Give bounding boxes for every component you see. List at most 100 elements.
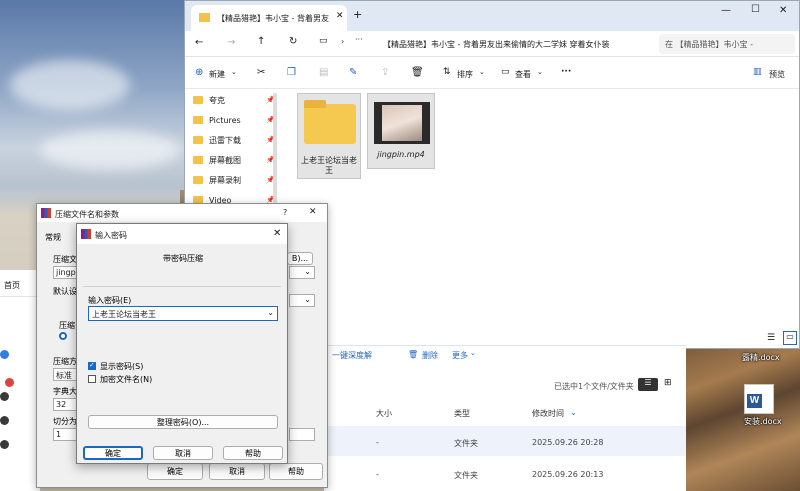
new-plus-icon[interactable]: ⊕ <box>195 67 203 78</box>
format-radio[interactable] <box>59 332 67 340</box>
more-path-icon[interactable]: ··· <box>355 35 363 44</box>
file-tile-folder[interactable]: 上老王论坛当老王 <box>297 93 361 179</box>
show-password-checkbox[interactable] <box>88 361 96 370</box>
sort-down-icon[interactable]: ⌄ <box>570 408 577 417</box>
new-button[interactable]: 新建 <box>209 69 225 80</box>
nav-item-quark[interactable]: 夸克 📌 <box>193 91 277 109</box>
chevron-down-icon[interactable]: ⌄ <box>267 308 274 317</box>
chevron-down-icon[interactable]: ⌄ <box>479 68 485 76</box>
close-window-icon[interactable]: ✕ <box>779 5 787 16</box>
chevron-down-icon[interactable]: ⌄ <box>231 68 237 76</box>
back-arrow-icon[interactable]: ← <box>195 37 203 48</box>
nav-dot-icon[interactable] <box>0 440 9 449</box>
refresh-icon[interactable]: ↻ <box>289 36 297 47</box>
nav-item-xunlei[interactable]: 迅雷下载 📌 <box>193 131 277 149</box>
close-icon[interactable]: ✕ <box>309 207 317 217</box>
new-tab-icon[interactable]: + <box>353 8 362 21</box>
rename-icon[interactable]: ✎ <box>349 67 357 78</box>
unzip-button[interactable]: 一键深度解 <box>332 350 372 361</box>
preview-button[interactable]: 预览 <box>769 69 785 80</box>
tab-bar: 【精品猎艳】韦小宝 - 背着男友 ✕ + — ☐ ✕ <box>185 1 799 31</box>
sort-button[interactable]: 排序 <box>457 69 473 80</box>
split-field[interactable]: 1 <box>53 428 77 441</box>
close-icon[interactable]: ✕ <box>273 228 281 239</box>
nav-scrollbar[interactable] <box>273 93 277 203</box>
more-options-button[interactable]: ··· <box>561 67 571 77</box>
word-document-icon[interactable]: W <box>744 384 774 414</box>
cancel-button[interactable]: 取消 <box>209 463 265 480</box>
monitor-icon[interactable]: ▭ <box>319 36 328 46</box>
nav-item-recordings[interactable]: 屏幕录制 📌 <box>193 171 277 189</box>
explorer-tab[interactable]: 【精品猎艳】韦小宝 - 背着男友 ✕ <box>191 5 347 31</box>
column-size[interactable]: 大小 <box>376 408 392 419</box>
chevron-down-icon: ⌄ <box>304 295 311 304</box>
filename-field[interactable]: jingpin <box>53 266 83 279</box>
dialog-titlebar: 压缩文件名和参数 ? ✕ <box>37 204 327 222</box>
tiles-view-icon[interactable]: ▭ <box>783 331 797 345</box>
folder-icon <box>193 116 203 124</box>
up-arrow-icon[interactable]: ↑ <box>257 36 265 47</box>
nav-dot-icon[interactable] <box>0 416 9 425</box>
selection-status: 已选中1个文件/文件夹 <box>554 382 634 391</box>
delete-button[interactable]: 删除 <box>422 350 438 361</box>
tab-title: 【精品猎艳】韦小宝 - 背着男友 <box>217 14 329 23</box>
help-button[interactable]: 帮助 <box>223 446 283 460</box>
method-select[interactable]: 标准 <box>53 368 77 381</box>
dialog-titlebar: 输入密码 ✕ <box>77 224 287 244</box>
address-path[interactable]: 【精品猎艳】韦小宝 - 背着男友出来偷情的大二学妹 穿着女仆装 <box>383 39 645 50</box>
ok-button[interactable]: 确定 <box>83 446 143 460</box>
file-name-label: 上老王论坛当老王 <box>301 156 357 175</box>
delete-icon[interactable]: 🗑 <box>411 67 424 78</box>
password-input[interactable]: 上老王论坛当老王 ⌄ <box>88 306 278 321</box>
row-type: 文件夹 <box>454 439 478 448</box>
desktop-file-label[interactable]: 露精.docx <box>742 352 780 363</box>
dialog-heading: 带密码压缩 <box>163 254 203 263</box>
view-button[interactable]: 查看 <box>515 69 531 80</box>
home-label[interactable]: 首页 <box>4 280 20 291</box>
folder-icon <box>193 136 203 144</box>
details-view-icon[interactable]: ☰ <box>767 333 775 343</box>
close-tab-icon[interactable]: ✕ <box>336 11 344 21</box>
chevron-down-icon[interactable]: ⌄ <box>537 68 543 76</box>
share-icon[interactable]: ⇪ <box>381 67 389 78</box>
maximize-icon[interactable]: ☐ <box>751 4 760 15</box>
search-box[interactable]: 在 【精品猎艳】韦小宝 - <box>659 34 795 54</box>
minimize-icon[interactable]: — <box>721 5 731 16</box>
grid-view-icon[interactable]: ⊞ <box>664 378 672 388</box>
paste-icon[interactable]: ▤ <box>319 67 328 78</box>
more-button[interactable]: 更多 <box>452 350 468 361</box>
row-size: - <box>376 470 379 479</box>
navigation-pane: 夸克 📌 Pictures 📌 迅雷下载 📌 屏幕截图 📌 屏幕录制 📌 Video 📌 <box>185 89 281 209</box>
update-mode-select[interactable]: ⌄ <box>289 266 315 279</box>
cancel-button[interactable]: 取消 <box>153 446 213 460</box>
ruins-photo <box>684 345 800 491</box>
chevron-down-icon[interactable]: ⌄ <box>470 349 476 357</box>
nav-dot-icon[interactable] <box>0 350 9 359</box>
copy-icon[interactable]: ❐ <box>287 67 296 78</box>
split-unit-select[interactable] <box>289 428 315 441</box>
nav-item-pictures[interactable]: Pictures 📌 <box>193 111 277 129</box>
dict-select[interactable]: 32 <box>53 398 77 411</box>
browse-button[interactable]: B)... <box>287 252 313 265</box>
nav-item-label: 迅雷下载 <box>209 135 241 145</box>
tab-general[interactable]: 常规 <box>45 232 61 243</box>
file-tile-video[interactable]: jingpin.mp4 <box>367 93 435 169</box>
cut-icon[interactable]: ✂ <box>257 67 265 78</box>
list-view-icon[interactable]: ☰ <box>638 378 658 391</box>
default-select[interactable]: ⌄ <box>289 294 315 307</box>
filename-label: 压缩文 <box>53 255 77 264</box>
ok-button[interactable]: 确定 <box>147 463 203 480</box>
help-button[interactable]: 帮助 <box>269 463 323 480</box>
trash-icon: 🗑 <box>408 350 419 359</box>
desktop-word-label[interactable]: 安装.docx <box>744 416 782 427</box>
column-modified[interactable]: 修改时间 <box>532 408 564 419</box>
nav-dot-icon[interactable] <box>0 392 9 401</box>
dict-label: 字典大 <box>53 387 77 396</box>
lower-explorer-pane: 一键深度解 🗑 删除 更多 ⌄ 已选中1个文件/文件夹 ☰ ⊞ 大小 类型 修改… <box>324 345 686 491</box>
nav-item-screenshots[interactable]: 屏幕截图 📌 <box>193 151 277 169</box>
help-question-icon[interactable]: ? <box>283 208 287 217</box>
encrypt-names-checkbox[interactable] <box>88 375 96 383</box>
organize-passwords-button[interactable]: 整理密码(O)... <box>88 415 278 429</box>
column-type[interactable]: 类型 <box>454 408 470 419</box>
forward-arrow-icon[interactable]: → <box>227 37 235 48</box>
